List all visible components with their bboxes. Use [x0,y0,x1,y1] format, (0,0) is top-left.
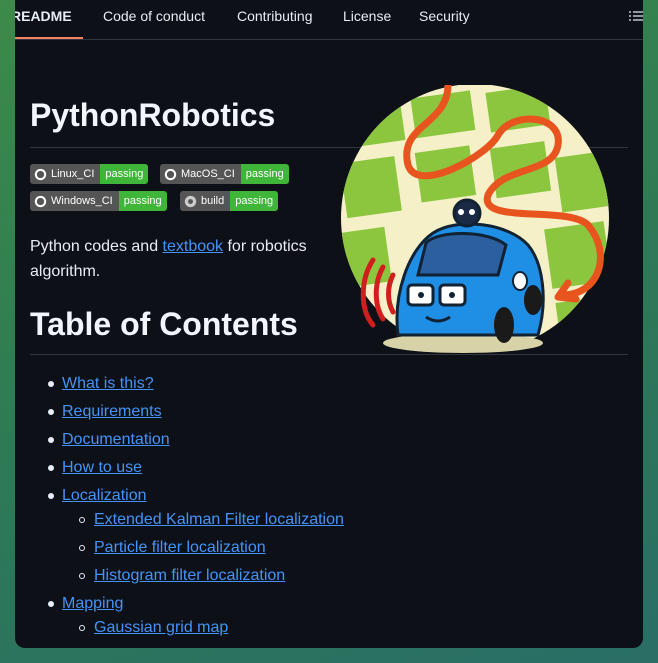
badge-label: Windows_CI [30,191,119,211]
windows-ci-badge[interactable]: Windows_CI passing [30,191,167,211]
outline-menu-icon[interactable] [629,10,643,22]
list-bullet [48,493,54,499]
list-bullet [79,625,85,631]
toc-divider [30,354,628,355]
badge-label-text: Windows_CI [51,195,113,207]
list-bullet [48,437,54,443]
list-bullet [48,409,54,415]
badge-status: passing [240,164,289,184]
repo-tab-bar: README Code of conduct Contributing Lice… [15,0,643,40]
list-bullet [79,573,85,579]
toc-link-histogram-filter-localization[interactable]: Histogram filter localization [94,567,285,585]
badge-status: passing [118,191,167,211]
github-icon [34,168,47,180]
textbook-link[interactable]: textbook [163,238,223,255]
list-bullet [48,465,54,471]
github-icon [164,168,177,180]
page-title: PythonRobotics [30,97,276,133]
badge-label-text: Linux_CI [51,168,95,180]
readme-panel: README Code of conduct Contributing Lice… [15,0,643,648]
list-bullet [48,381,54,387]
badge-label: Linux_CI [30,164,101,184]
linux-ci-badge[interactable]: Linux_CI passing [30,164,149,184]
toc-link-requirements[interactable]: Requirements [62,403,162,421]
toc-link-ekf-localization[interactable]: Extended Kalman Filter localization [94,511,344,529]
list-bullet [48,601,54,607]
tab-readme[interactable]: README [15,8,72,24]
github-icon [34,195,47,207]
toc-link-how-to-use[interactable]: How to use [62,459,142,477]
badge-label: MacOS_CI [160,164,241,184]
toc-link-particle-filter-localization[interactable]: Particle filter localization [94,539,266,557]
active-tab-indicator [15,37,83,39]
toc-link-documentation[interactable]: Documentation [62,431,170,449]
tab-code-of-conduct[interactable]: Code of conduct [103,8,205,24]
toc-link-mapping[interactable]: Mapping [62,595,123,613]
intro-paragraph: Python codes and textbook for robotics a… [30,234,330,284]
badge-status: passing [230,191,279,211]
list-bullet [79,517,85,523]
badge-status: passing [100,164,149,184]
build-badge[interactable]: build passing [180,191,279,211]
tab-security[interactable]: Security [419,8,470,24]
badge-label-text: build [201,195,225,207]
toc-heading: Table of Contents [30,306,298,342]
badge-label-text: MacOS_CI [181,168,235,180]
appveyor-icon [184,195,197,207]
toc-link-what-is-this[interactable]: What is this? [62,375,154,393]
macos-ci-badge[interactable]: MacOS_CI passing [160,164,289,184]
robot-car-illustration [341,85,609,353]
toc-link-gaussian-grid-map[interactable]: Gaussian grid map [94,619,228,637]
toc-link-localization[interactable]: Localization [62,487,147,505]
tab-contributing[interactable]: Contributing [237,8,313,24]
badge-label: build [180,191,231,211]
list-bullet [79,545,85,551]
tab-license[interactable]: License [343,8,391,24]
intro-text: Python codes and [30,238,163,255]
